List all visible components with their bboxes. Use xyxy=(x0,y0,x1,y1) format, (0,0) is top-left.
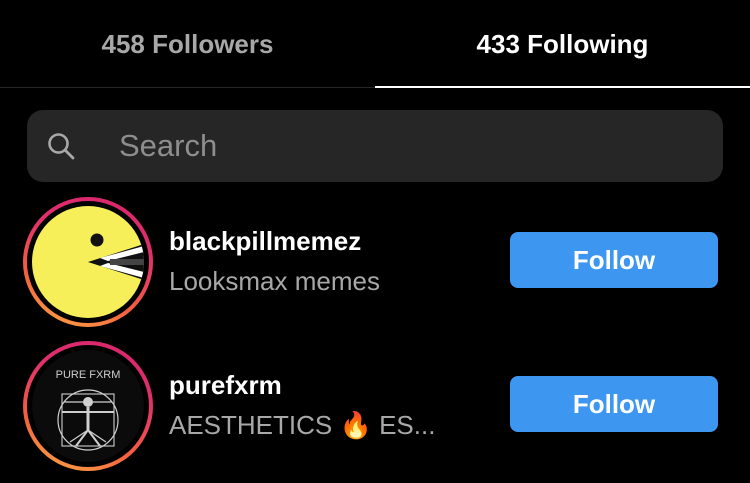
search-bar[interactable] xyxy=(27,110,723,182)
follow-button[interactable]: Follow xyxy=(510,376,718,432)
username[interactable]: blackpillmemez xyxy=(169,226,361,257)
avatar[interactable] xyxy=(32,206,144,318)
vitruvian-man-logo: PURE FXRM xyxy=(32,350,144,462)
search-input[interactable] xyxy=(119,110,699,182)
account-subtitle: AESTHETICS 🔥 ES... xyxy=(169,410,436,440)
follow-tabs: 458 Followers 433 Following xyxy=(0,0,750,88)
account-subtitle: Looksmax memes xyxy=(169,266,380,296)
avatar[interactable]: PURE FXRM xyxy=(32,350,144,462)
story-ring[interactable]: PURE FXRM xyxy=(23,341,153,471)
pacman-icon xyxy=(32,206,144,318)
list-item[interactable]: PURE FXRM purefxrm AESTHETICS 🔥 ES... Fo… xyxy=(0,334,750,474)
story-ring[interactable] xyxy=(23,197,153,327)
svg-text:PURE FXRM: PURE FXRM xyxy=(56,369,121,381)
active-tab-indicator xyxy=(375,86,750,88)
follow-button[interactable]: Follow xyxy=(510,232,718,288)
list-item[interactable]: blackpillmemez Looksmax memes Follow xyxy=(0,190,750,330)
tab-following[interactable]: 433 Following xyxy=(375,0,750,88)
search-icon xyxy=(48,133,75,160)
tab-followers[interactable]: 458 Followers xyxy=(0,0,375,88)
username[interactable]: purefxrm xyxy=(169,370,282,401)
